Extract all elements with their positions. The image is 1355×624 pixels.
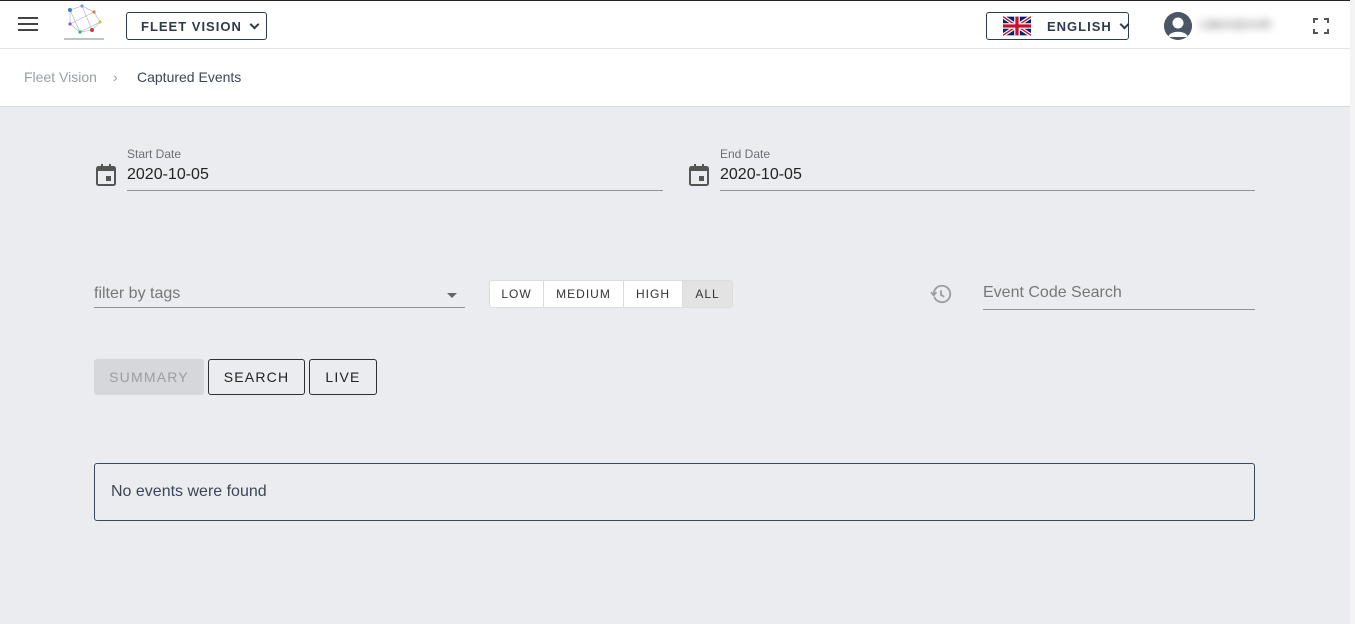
calendar-icon[interactable] — [689, 164, 709, 186]
event-code-search-input[interactable]: Event Code Search — [983, 284, 1122, 302]
chevron-down-icon — [1119, 19, 1130, 29]
app-selector-dropdown[interactable]: FLEET VISION — [126, 12, 267, 40]
end-date-input[interactable]: 2020-10-05 — [720, 166, 802, 184]
summary-button[interactable]: SUMMARY — [94, 359, 204, 395]
end-date-underline — [720, 190, 1255, 191]
language-label: ENGLISH — [1047, 18, 1112, 34]
severity-toggle-group: LOW MEDIUM HIGH ALL — [489, 280, 733, 308]
breadcrumb-root-link[interactable]: Fleet Vision — [24, 69, 97, 85]
severity-low-button[interactable]: LOW — [490, 281, 544, 307]
app-selector-label: FLEET VISION — [141, 18, 242, 34]
username[interactable]: UBKKBXHR — [1200, 17, 1284, 33]
language-selector-dropdown[interactable]: ENGLISH — [986, 12, 1130, 40]
severity-medium-button[interactable]: MEDIUM — [544, 281, 624, 307]
start-date-label: Start Date — [127, 147, 182, 161]
page-scrollbar[interactable] — [1350, 0, 1355, 624]
tags-filter-underline — [94, 307, 465, 308]
breadcrumb: Fleet Vision › Captured Events — [0, 49, 1350, 107]
start-date-input[interactable]: 2020-10-05 — [127, 166, 209, 184]
breadcrumb-current: Captured Events — [137, 69, 242, 85]
severity-high-button[interactable]: HIGH — [624, 281, 683, 307]
history-icon[interactable] — [930, 283, 952, 305]
uk-flag-icon — [1003, 16, 1031, 36]
user-avatar-icon[interactable] — [1164, 12, 1192, 40]
dropdown-arrow-icon[interactable] — [447, 293, 457, 298]
hamburger-menu-icon[interactable] — [18, 17, 38, 33]
top-bar: FLEET VISION ENGLISH UBKKBXHR — [0, 0, 1350, 49]
chevron-down-icon — [249, 19, 260, 29]
empty-results-message: No events were found — [94, 463, 1255, 521]
end-date-label: End Date — [720, 147, 771, 161]
company-logo — [64, 4, 104, 40]
tags-filter-select[interactable]: filter by tags — [94, 285, 180, 303]
calendar-icon[interactable] — [96, 164, 116, 186]
breadcrumb-separator: › — [113, 69, 118, 85]
search-button[interactable]: SEARCH — [208, 359, 305, 395]
live-button[interactable]: LIVE — [309, 359, 377, 395]
event-code-underline — [983, 309, 1255, 310]
severity-all-button[interactable]: ALL — [683, 281, 732, 307]
fullscreen-icon[interactable] — [1313, 18, 1329, 34]
start-date-underline — [127, 190, 663, 191]
